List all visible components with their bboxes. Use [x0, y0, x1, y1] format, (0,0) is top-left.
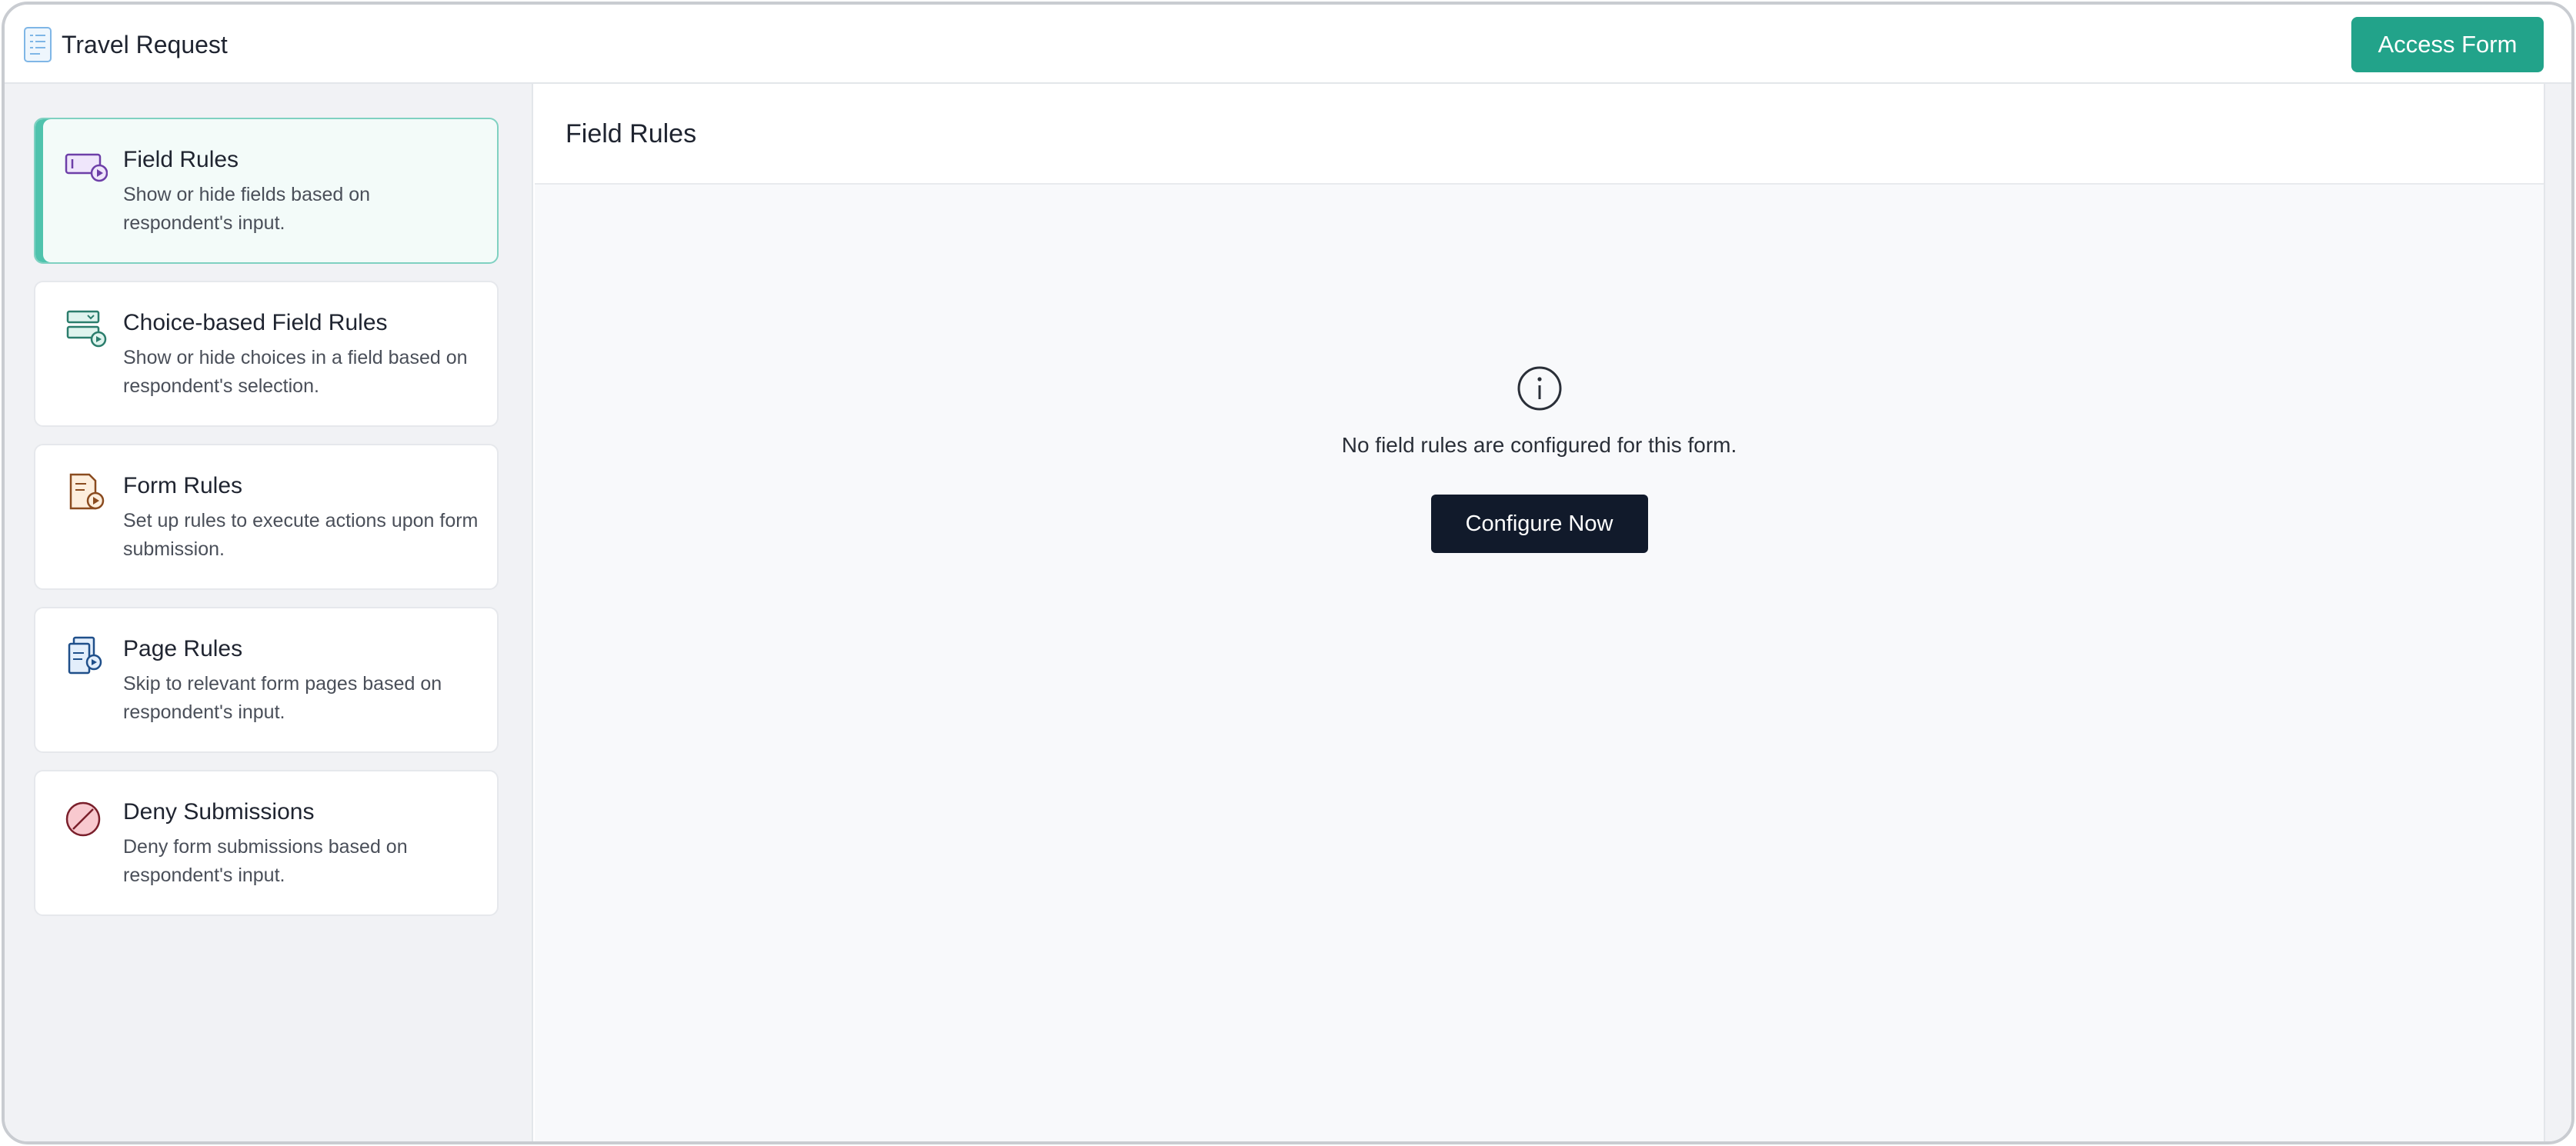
sidebar-item-description: Show or hide choices in a field based on…	[123, 347, 468, 397]
form-document-icon	[24, 27, 52, 62]
sidebar-item-form-rules[interactable]: Form Rules Set up rules to execute actio…	[34, 444, 499, 590]
sidebar-item-choice-based-field-rules[interactable]: Choice-based Field Rules Show or hide ch…	[34, 281, 499, 427]
right-rail	[2544, 84, 2571, 1141]
page-title: Field Rules	[566, 119, 697, 148]
configure-now-button[interactable]: Configure Now	[1430, 495, 1648, 553]
empty-state-message: No field rules are configured for this f…	[1341, 433, 1737, 457]
rules-sidebar: Field Rules Show or hide fields based on…	[5, 84, 533, 1141]
form-title: Travel Request	[62, 31, 228, 58]
sidebar-item-deny-submissions[interactable]: Deny Submissions Deny form submissions b…	[34, 770, 499, 916]
access-form-button[interactable]: Access Form	[2351, 17, 2544, 72]
sidebar-item-title: Deny Submissions	[123, 799, 315, 825]
main-header: Field Rules	[535, 84, 2544, 185]
app-window: Travel Request Access Form Field Rules S…	[2, 2, 2574, 1144]
sidebar-item-title: Form Rules	[123, 473, 243, 498]
sidebar-item-description: Skip to relevant form pages based on res…	[123, 673, 442, 723]
sidebar-item-title: Field Rules	[123, 147, 239, 172]
sidebar-item-description: Show or hide fields based on respondent'…	[123, 184, 371, 234]
deny-icon	[65, 801, 101, 837]
sidebar-item-title: Choice-based Field Rules	[123, 310, 388, 335]
sidebar-item-field-rules[interactable]: Field Rules Show or hide fields based on…	[34, 118, 499, 264]
form-rules-icon	[69, 473, 105, 510]
page-rules-icon	[68, 636, 102, 675]
choice-rules-icon	[66, 310, 107, 348]
sidebar-item-description: Deny form submissions based on responden…	[123, 836, 408, 886]
info-icon	[1517, 366, 1561, 411]
top-bar: Travel Request Access Form	[5, 5, 2571, 84]
empty-state: No field rules are configured for this f…	[535, 365, 2544, 553]
sidebar-item-title: Page Rules	[123, 636, 243, 661]
field-rules-icon	[65, 153, 108, 182]
sidebar-item-description: Set up rules to execute actions upon for…	[123, 510, 479, 560]
main-panel: Field Rules No field rules are configure…	[535, 84, 2544, 1141]
sidebar-item-page-rules[interactable]: Page Rules Skip to relevant form pages b…	[34, 607, 499, 753]
